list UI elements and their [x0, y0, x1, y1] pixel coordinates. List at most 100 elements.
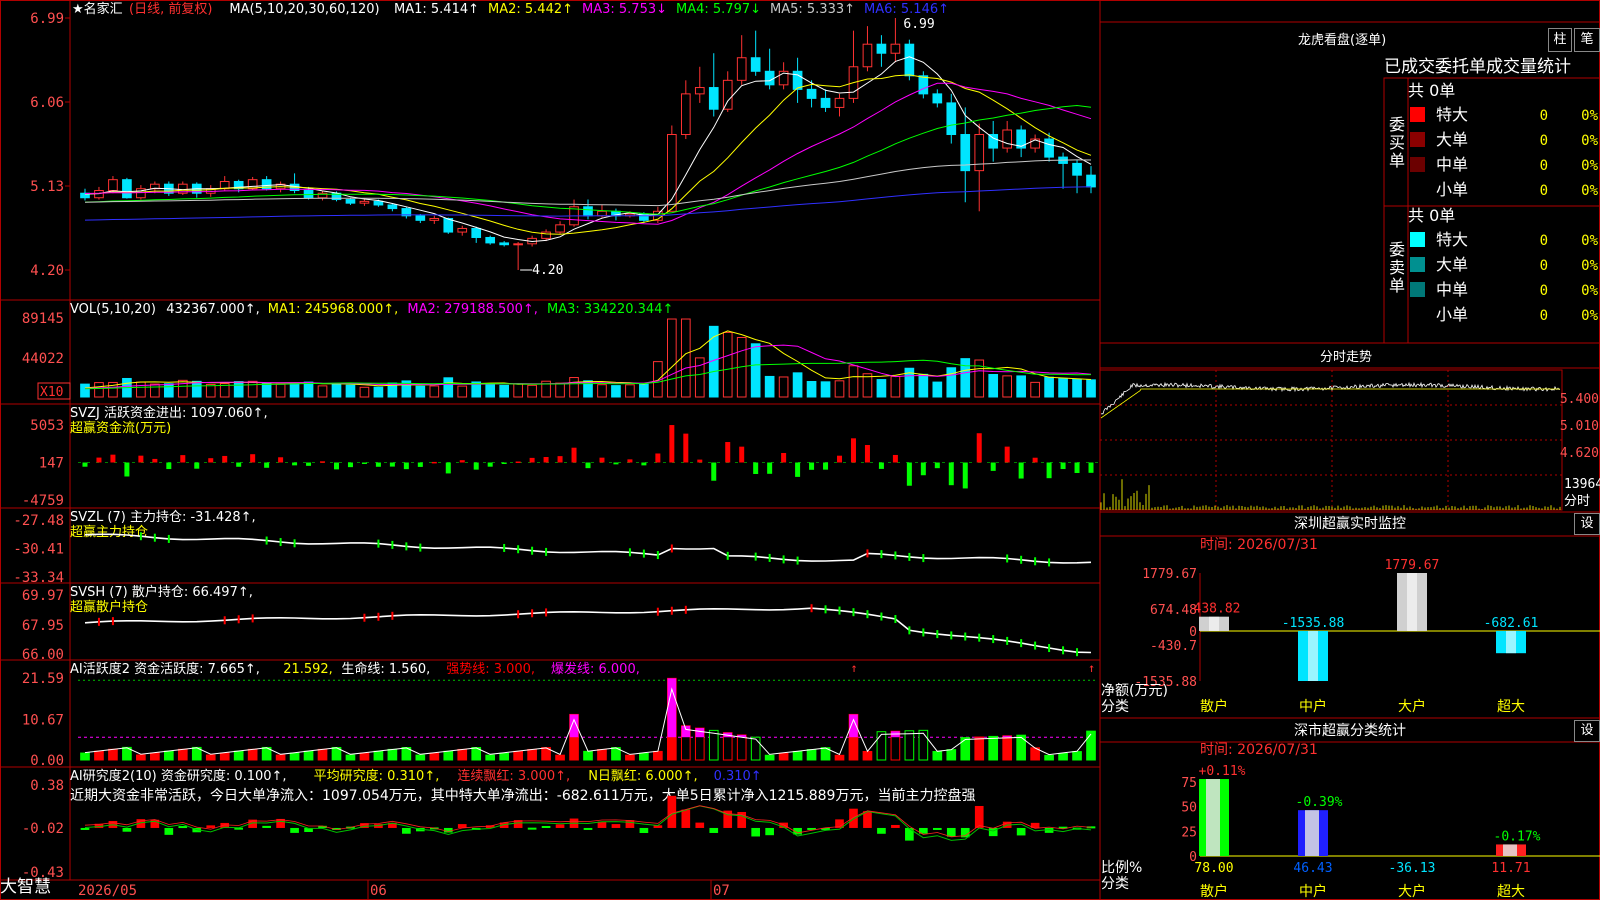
flow-bar: [236, 462, 242, 467]
kline-title-part: MA3: 5.753↓: [582, 2, 667, 17]
monitor-y-tick: -430.7: [1150, 639, 1197, 654]
ai-activity-bar: [373, 750, 384, 761]
retail-hold-y-tick: 66.00: [22, 647, 64, 663]
ai-activity-bar: [219, 752, 230, 761]
dragon-buy-row-name: 小单: [1436, 180, 1468, 199]
ai-activity-y-tick: 21.59: [22, 671, 64, 687]
retail-hold-y-tick: 67.95: [22, 618, 64, 634]
volume-bar: [862, 373, 873, 398]
tick-mode-button[interactable]: 笔: [1574, 28, 1600, 52]
monitor-bar-shine: [1506, 630, 1516, 654]
candle-body: [806, 88, 817, 99]
dragon-buy-legend-swatch: [1410, 107, 1425, 122]
ai-activity-bar: [457, 748, 468, 761]
class-y-tick: 50: [1181, 801, 1197, 816]
flow-bar: [627, 459, 633, 463]
volume-unit: X10: [40, 385, 63, 400]
flow-bar: [543, 457, 549, 463]
kline-title-part: MA2: 5.442↑: [488, 2, 573, 17]
candle-body: [708, 87, 719, 110]
dragon-sell-row-name: 小单: [1436, 305, 1468, 324]
flow-bar: [138, 455, 144, 463]
ai-activity-bar: [597, 748, 607, 761]
monitor-settings-button[interactable]: 设: [1574, 513, 1600, 535]
candle-body: [918, 75, 929, 95]
ai-research-bar: [164, 827, 174, 835]
flow-bar: [473, 462, 479, 470]
ai-research-y-tick: -0.02: [22, 821, 64, 837]
ai-activity-bar: [80, 752, 90, 761]
candle-body: [904, 43, 915, 77]
flow-bar: [613, 462, 619, 465]
dragon-buy-side-label: 委: [1389, 115, 1405, 134]
ai-activity-bar: [163, 750, 174, 761]
volume-bar: [764, 375, 775, 398]
candle-body: [792, 70, 803, 90]
candle-body: [764, 70, 775, 86]
flow-bar: [222, 455, 228, 463]
volume-bar: [667, 318, 677, 398]
ai-research-bar: [974, 805, 984, 828]
flow-bar: [837, 455, 843, 463]
volume-bar: [820, 381, 831, 398]
intraday-y-tick: 5.400: [1560, 392, 1599, 407]
volume-title-part: 432367.000↑,: [166, 302, 260, 317]
flow-bar: [948, 462, 954, 486]
flow-y-tick: 5053: [30, 418, 64, 434]
dragon-sell-legend-swatch: [1410, 232, 1425, 247]
dragon-sell-row-name: 大单: [1436, 255, 1468, 274]
flow-bar: [529, 457, 535, 463]
class-category: 中户: [1299, 883, 1327, 900]
ai-activity-bar: [94, 750, 104, 761]
volume-bar: [303, 381, 314, 398]
candle-body: [834, 97, 845, 108]
high-label: 6.99: [903, 17, 934, 32]
class-settings-button[interactable]: 设: [1574, 720, 1600, 742]
volume-bar: [834, 380, 845, 398]
volume-bar: [1072, 378, 1082, 398]
dragon-header: 已成交委托单成交量统计: [1384, 57, 1571, 77]
main-hold-y-tick: -27.48: [13, 513, 64, 529]
ai-activity-bar: [736, 734, 747, 761]
ai-research-bar: [765, 827, 774, 836]
ai-activity-bar: [960, 737, 971, 761]
candle-body: [694, 87, 705, 95]
volume-bar: [611, 385, 621, 398]
dragon-buy-row-name: 中单: [1436, 155, 1468, 174]
ai-research-bar: [877, 827, 886, 834]
ai-activity-bar: [108, 748, 118, 761]
volume-bar: [513, 383, 523, 398]
flow-bar: [920, 462, 926, 476]
volume-bar: [625, 384, 635, 398]
volume-bar: [191, 380, 202, 398]
ai-activity-bar: [499, 752, 509, 761]
ai-research-line: [84, 805, 1092, 841]
class-time: 时间: 2026/07/31: [1200, 742, 1318, 758]
ai-activity-bar: [1086, 730, 1096, 761]
ai-research-bar: [891, 824, 900, 828]
flow-bar: [361, 462, 367, 464]
flow-bar: [641, 462, 647, 466]
ai-research-note: 近期大资金非常活跃，今日大单净流入：1097.054万元，其中特大单净流出：-6…: [70, 787, 975, 804]
dragon-buy-side-label: 单: [1389, 151, 1405, 170]
volume-bar: [261, 383, 272, 398]
flow-y-tick: -4759: [22, 493, 64, 509]
dragon-sell-row-pct: 0%: [1581, 308, 1598, 324]
monitor-category: 散户: [1200, 698, 1228, 715]
candle-body: [597, 210, 607, 217]
dragon-sell-row-name: 中单: [1436, 280, 1468, 299]
ai-activity-arrow: ↑: [850, 661, 857, 675]
flow-bar: [194, 462, 200, 469]
flow-bar: [180, 455, 186, 463]
intraday-price-line: [1100, 381, 1561, 415]
bar-mode-button[interactable]: 柱: [1548, 28, 1572, 52]
candle-body: [750, 57, 761, 72]
retail-hold-line: [84, 607, 1092, 654]
kline-title-part: MA4: 5.797↓: [676, 2, 761, 17]
candle-body: [946, 102, 957, 136]
x-tick-label: 2026/05: [78, 883, 137, 899]
class-value-label: -36.13: [1389, 861, 1436, 876]
candle-body: [373, 200, 384, 206]
ai-research-title-part: 0.310↑: [714, 769, 762, 784]
ai-activity-bar: [904, 730, 915, 761]
